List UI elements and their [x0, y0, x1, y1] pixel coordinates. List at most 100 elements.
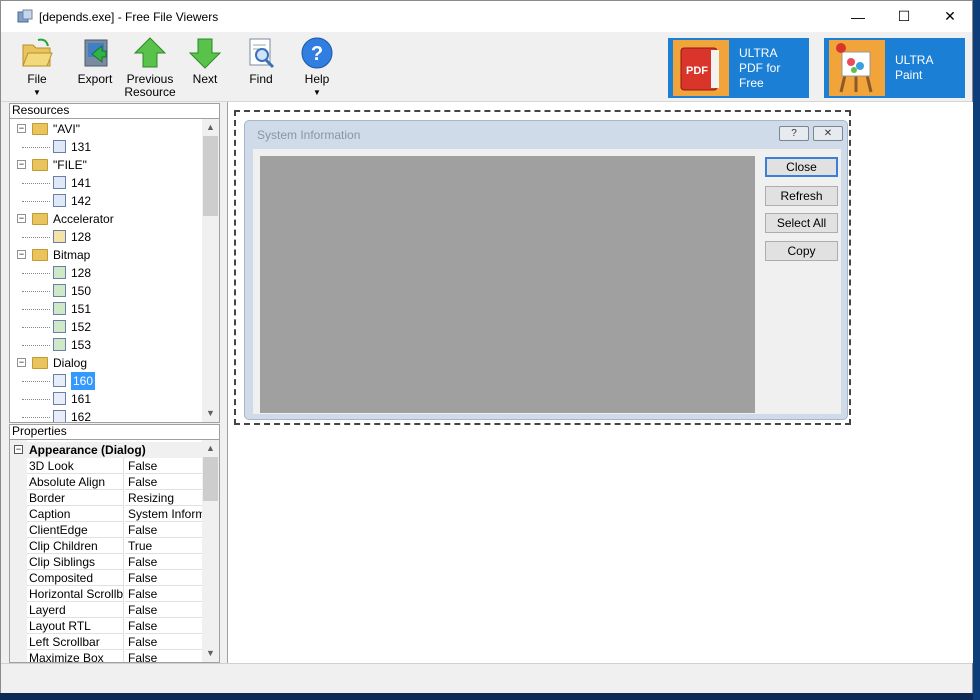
- scroll-down-icon[interactable]: ▼: [202, 645, 219, 662]
- tree-resource-item[interactable]: 151: [10, 300, 200, 318]
- property-value[interactable]: False: [125, 474, 205, 490]
- tree-resource-item[interactable]: 128: [10, 228, 200, 246]
- tree-connector: [22, 345, 50, 346]
- tree-resource-item[interactable]: 161: [10, 390, 200, 408]
- tree-folder-item[interactable]: − Dialog: [10, 354, 200, 372]
- tree-item-label: Bitmap: [53, 248, 91, 262]
- preview-dialog: System Information ? ✕ Close Refresh Sel…: [244, 120, 848, 420]
- minimize-button[interactable]: —: [835, 1, 881, 32]
- tree-resource-item[interactable]: 153: [10, 336, 200, 354]
- close-button[interactable]: ✕: [927, 1, 973, 32]
- properties-category[interactable]: − Appearance (Dialog): [10, 442, 205, 458]
- app-icon: [17, 9, 33, 25]
- property-value[interactable]: False: [125, 634, 205, 650]
- property-value[interactable]: False: [125, 458, 205, 474]
- collapse-toggle-icon[interactable]: −: [17, 358, 26, 367]
- tree-item-label: 150: [71, 284, 92, 298]
- dialog-resource-icon: [53, 410, 66, 422]
- property-name: Composited: [27, 570, 124, 586]
- resource-icon: [53, 176, 66, 189]
- property-value[interactable]: False: [125, 650, 205, 662]
- scroll-up-icon[interactable]: ▲: [202, 119, 219, 136]
- property-value[interactable]: Resizing: [125, 490, 205, 506]
- previous-resource-button[interactable]: Previous Resource: [123, 36, 177, 99]
- toolbar: File ▼ Export Previous Resource Next Fin…: [1, 32, 972, 102]
- property-name: Caption: [27, 506, 124, 522]
- next-label: Next: [192, 72, 218, 86]
- property-value[interactable]: False: [125, 522, 205, 538]
- property-name: Layout RTL: [27, 618, 124, 634]
- tree-resource-item[interactable]: 141: [10, 174, 200, 192]
- tree-connector: [22, 417, 50, 418]
- resources-panel-title: Resources: [9, 103, 220, 118]
- collapse-toggle-icon[interactable]: −: [17, 214, 26, 223]
- export-label: Export: [77, 72, 113, 86]
- bitmap-icon: [53, 284, 66, 297]
- collapse-icon[interactable]: −: [14, 445, 23, 454]
- tree-resource-item[interactable]: 152: [10, 318, 200, 336]
- property-value[interactable]: False: [125, 554, 205, 570]
- property-value[interactable]: False: [125, 602, 205, 618]
- properties-panel-title: Properties: [9, 424, 220, 439]
- window-title: [depends.exe] - Free File Viewers: [39, 9, 219, 24]
- resource-icon: [53, 140, 66, 153]
- property-value[interactable]: True: [125, 538, 205, 554]
- bitmap-icon: [53, 320, 66, 333]
- property-value[interactable]: False: [125, 586, 205, 602]
- resources-scrollbar[interactable]: ▲ ▼: [202, 119, 219, 422]
- svg-text:?: ?: [311, 43, 323, 65]
- dialog-resource-icon: [53, 392, 66, 405]
- tree-resource-item[interactable]: 128: [10, 264, 200, 282]
- next-button[interactable]: Next: [185, 36, 225, 86]
- ad-pdf-line1: ULTRA: [739, 45, 778, 60]
- property-value[interactable]: System Inform...: [125, 506, 205, 522]
- tree-connector: [22, 381, 50, 382]
- collapse-toggle-icon[interactable]: −: [17, 250, 26, 259]
- resources-tree[interactable]: − "AVI" 131 − "FILE" 141 142 − Accelerator 128 − Bi…: [9, 118, 220, 423]
- up-arrow-icon: [133, 36, 167, 70]
- title-bar: [depends.exe] - Free File Viewers — ☐ ✕: [1, 1, 972, 32]
- collapse-toggle-icon[interactable]: −: [17, 160, 26, 169]
- tree-folder-item[interactable]: − Bitmap: [10, 246, 200, 264]
- find-button[interactable]: Find: [241, 36, 281, 86]
- scroll-thumb[interactable]: [203, 136, 218, 216]
- properties-gutter: [10, 440, 27, 662]
- export-button[interactable]: Export: [75, 36, 115, 86]
- folder-icon: [32, 357, 48, 369]
- help-button[interactable]: ? Help ▼: [297, 36, 337, 99]
- tree-resource-item[interactable]: 150: [10, 282, 200, 300]
- property-name: Horizontal Scrollbar: [27, 586, 124, 602]
- scroll-up-icon[interactable]: ▲: [202, 440, 219, 457]
- tree-item-label: 160: [71, 372, 96, 390]
- find-label: Find: [249, 72, 273, 86]
- dialog-selection-frame[interactable]: System Information ? ✕ Close Refresh Sel…: [234, 110, 851, 425]
- tree-resource-item[interactable]: 162: [10, 408, 200, 422]
- tree-folder-item[interactable]: − Accelerator: [10, 210, 200, 228]
- ad-ultra-pdf[interactable]: PDF ULTRA PDF for Free: [668, 38, 809, 98]
- properties-scrollbar[interactable]: ▲ ▼: [202, 440, 219, 662]
- file-button[interactable]: File ▼: [17, 36, 57, 99]
- tree-item-label: 141: [71, 176, 92, 190]
- tree-item-label: 153: [71, 338, 92, 352]
- folder-open-icon: [20, 36, 54, 70]
- property-value[interactable]: False: [125, 618, 205, 634]
- scroll-thumb[interactable]: [203, 457, 218, 501]
- collapse-toggle-icon[interactable]: −: [17, 124, 26, 133]
- tree-resource-item[interactable]: 142: [10, 192, 200, 210]
- ad-ultra-paint[interactable]: ULTRA Paint: [824, 38, 965, 98]
- tree-folder-item[interactable]: − "FILE": [10, 156, 200, 174]
- scroll-down-icon[interactable]: ▼: [202, 405, 219, 422]
- pdf-book-icon: PDF: [671, 40, 729, 96]
- tree-folder-item[interactable]: − "AVI": [10, 120, 200, 138]
- property-name: ClientEdge: [27, 522, 124, 538]
- tree-connector: [22, 147, 50, 148]
- help-icon: ?: [791, 128, 797, 139]
- properties-grid[interactable]: − Appearance (Dialog) 3D Look False Absolu…: [9, 439, 220, 663]
- property-value[interactable]: False: [125, 570, 205, 586]
- tree-resource-item[interactable]: 131: [10, 138, 200, 156]
- tree-resource-item[interactable]: 160: [10, 372, 200, 390]
- maximize-button[interactable]: ☐: [881, 1, 927, 32]
- property-name: Layerd: [27, 602, 124, 618]
- export-icon: [78, 36, 112, 70]
- dialog-help-button: ?: [779, 126, 809, 141]
